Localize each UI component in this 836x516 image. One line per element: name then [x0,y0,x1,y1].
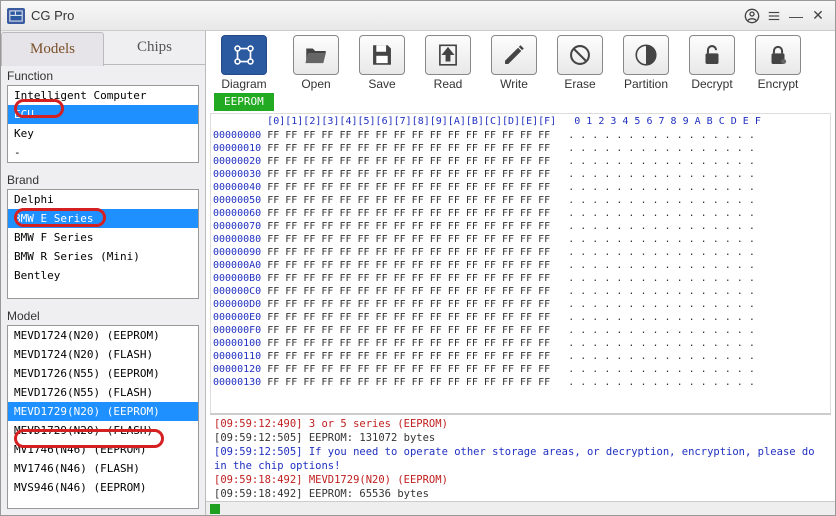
function-item[interactable]: ECU [8,105,198,124]
decrypt-label: Decrypt [691,77,732,91]
tab-models[interactable]: Models [1,32,104,66]
open-icon [293,35,339,75]
decrypt-button[interactable]: Decrypt [682,35,742,91]
sidebar: Models Chips Function Intelligent Comput… [1,31,206,515]
write-icon [491,35,537,75]
hex-row[interactable]: 00000100 FF FF FF FF FF FF FF FF FF FF F… [211,337,830,350]
hex-row[interactable]: 00000090 FF FF FF FF FF FF FF FF FF FF F… [211,246,830,259]
model-item[interactable]: MEVD1726(N55) (EEPROM) [8,364,198,383]
model-item[interactable]: MV1746(N46) (FLASH) [8,459,198,478]
hex-row[interactable]: 00000070 FF FF FF FF FF FF FF FF FF FF F… [211,220,830,233]
account-icon[interactable] [741,5,763,27]
read-label: Read [434,77,463,91]
hex-row[interactable]: 000000E0 FF FF FF FF FF FF FF FF FF FF F… [211,311,830,324]
hex-row[interactable]: 000000C0 FF FF FF FF FF FF FF FF FF FF F… [211,285,830,298]
save-icon [359,35,405,75]
brand-list[interactable]: DelphiBMW E SeriesBMW F SeriesBMW R Seri… [7,189,199,299]
diagram-button[interactable]: Diagram [214,35,274,91]
hex-row[interactable]: 000000F0 FF FF FF FF FF FF FF FF FF FF F… [211,324,830,337]
partition-label: Partition [624,77,668,91]
hex-row[interactable]: 000000A0 FF FF FF FF FF FF FF FF FF FF F… [211,259,830,272]
function-list[interactable]: Intelligent ComputerECUKey- [7,85,199,163]
partition-icon [623,35,669,75]
brand-label: Brand [1,169,205,189]
app-icon [7,8,25,24]
open-button[interactable]: Open [286,35,346,91]
hex-row[interactable]: 00000120 FF FF FF FF FF FF FF FF FF FF F… [211,363,830,376]
hex-row[interactable]: 00000060 FF FF FF FF FF FF FF FF FF FF F… [211,207,830,220]
function-item[interactable]: Key [8,124,198,143]
hex-row[interactable]: 000000D0 FF FF FF FF FF FF FF FF FF FF F… [211,298,830,311]
model-list[interactable]: MEVD1724(N20) (EEPROM)MEVD1724(N20) (FLA… [7,325,199,509]
model-item[interactable]: MV1746(N46) (EEPROM) [8,440,198,459]
function-item[interactable]: Intelligent Computer [8,86,198,105]
log-panel[interactable]: [09:59:12:490] 3 or 5 series (EEPROM)[09… [210,413,831,499]
hex-row[interactable]: 00000050 FF FF FF FF FF FF FF FF FF FF F… [211,194,830,207]
brand-item[interactable]: Delphi [8,190,198,209]
main-area: Diagram Open Save Read Write Erase Partition De… [206,31,835,515]
function-item[interactable]: - [8,143,198,162]
menu-icon[interactable] [763,5,785,27]
encrypt-button[interactable]: Encrypt [748,35,808,91]
hex-row[interactable]: 00000020 FF FF FF FF FF FF FF FF FF FF F… [211,155,830,168]
function-label: Function [1,65,205,85]
hex-row[interactable]: 00000130 FF FF FF FF FF FF FF FF FF FF F… [211,376,830,389]
partition-button[interactable]: Partition [616,35,676,91]
brand-item[interactable]: Bentley [8,266,198,285]
status-indicator-icon [210,504,220,514]
hex-row[interactable]: 00000030 FF FF FF FF FF FF FF FF FF FF F… [211,168,830,181]
toolbar: Diagram Open Save Read Write Erase Partition De… [206,31,835,93]
status-bar [206,501,835,515]
encrypt-icon [755,35,801,75]
log-line: [09:59:18:492] MEVD1729(N20) (EEPROM) [214,473,827,487]
encrypt-label: Encrypt [758,77,799,91]
close-button[interactable]: ✕ [807,5,829,27]
sidebar-tabs: Models Chips [1,31,205,65]
minimize-button[interactable]: — [785,5,807,27]
mode-bar: EEPROM [214,93,827,111]
open-label: Open [301,77,330,91]
hex-header: [0][1][2][3][4][5][6][7][8][9][A][B][C][… [211,114,830,129]
brand-item[interactable]: BMW E Series [8,209,198,228]
read-button[interactable]: Read [418,35,478,91]
hex-row[interactable]: 00000040 FF FF FF FF FF FF FF FF FF FF F… [211,181,830,194]
hex-row[interactable]: 00000010 FF FF FF FF FF FF FF FF FF FF F… [211,142,830,155]
write-label: Write [500,77,528,91]
model-item[interactable]: MEVD1724(N20) (FLASH) [8,345,198,364]
app-title: CG Pro [31,8,741,23]
hex-viewer[interactable]: [0][1][2][3][4][5][6][7][8][9][A][B][C][… [210,113,831,413]
log-line: [09:59:12:505] EEPROM: 131072 bytes [214,431,827,445]
model-item[interactable]: MEVD1724(N20) (EEPROM) [8,326,198,345]
log-line: [09:59:12:490] 3 or 5 series (EEPROM) [214,417,827,431]
erase-label: Erase [564,77,595,91]
model-item[interactable]: MVS946(N46) (EEPROM) [8,478,198,497]
decrypt-icon [689,35,735,75]
diagram-icon [221,35,267,75]
hex-row[interactable]: 00000000 FF FF FF FF FF FF FF FF FF FF F… [211,129,830,142]
diagram-label: Diagram [221,77,266,91]
hex-row[interactable]: 00000110 FF FF FF FF FF FF FF FF FF FF F… [211,350,830,363]
log-line: [09:59:12:505] If you need to operate ot… [214,445,827,473]
read-icon [425,35,471,75]
hex-row[interactable]: 000000B0 FF FF FF FF FF FF FF FF FF FF F… [211,272,830,285]
mode-badge: EEPROM [214,93,274,111]
model-item[interactable]: MEVD1729(N20) (EEPROM) [8,402,198,421]
save-button[interactable]: Save [352,35,412,91]
model-item[interactable]: MEVD1729(N20) (FLASH) [8,421,198,440]
write-button[interactable]: Write [484,35,544,91]
erase-icon [557,35,603,75]
titlebar: CG Pro — ✕ [1,1,835,31]
model-label: Model [1,305,205,325]
save-label: Save [368,77,395,91]
brand-item[interactable]: BMW F Series [8,228,198,247]
erase-button[interactable]: Erase [550,35,610,91]
hex-row[interactable]: 00000080 FF FF FF FF FF FF FF FF FF FF F… [211,233,830,246]
tab-chips[interactable]: Chips [104,31,205,65]
model-item[interactable]: MEVD1726(N55) (FLASH) [8,383,198,402]
log-line: [09:59:18:492] EEPROM: 65536 bytes [214,487,827,499]
brand-item[interactable]: BMW R Series (Mini) [8,247,198,266]
